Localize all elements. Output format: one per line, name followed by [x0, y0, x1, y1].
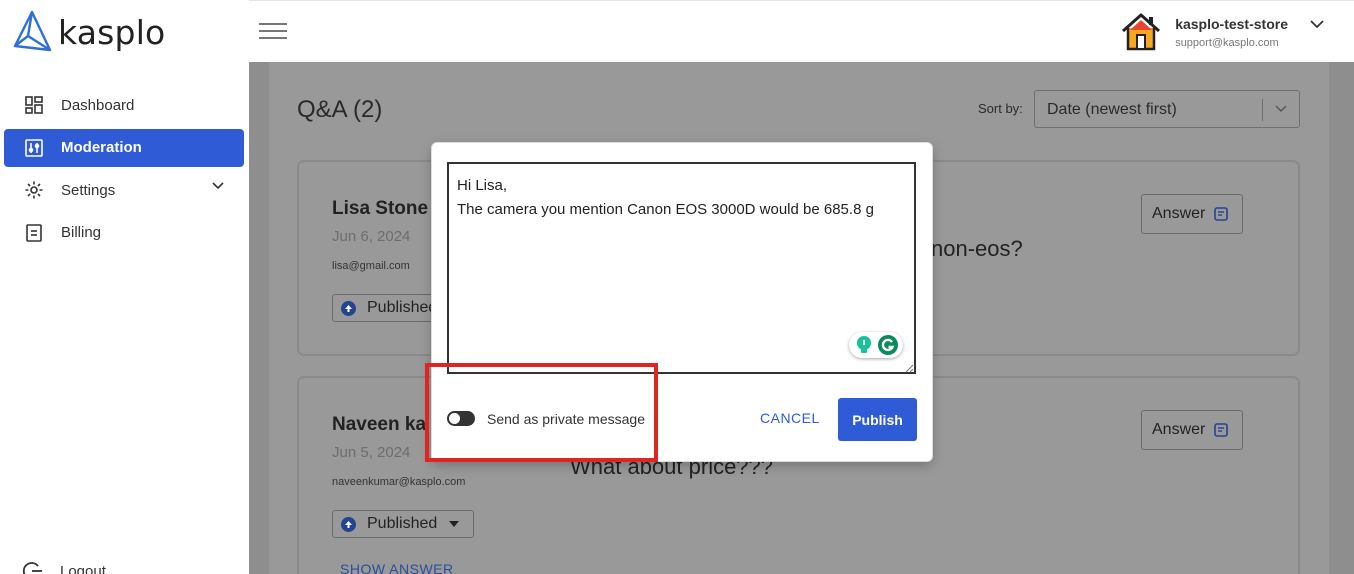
caret-down-icon: [449, 521, 460, 527]
customer-email: lisa@gmail.com: [332, 260, 410, 272]
invoice-icon: [24, 223, 44, 243]
sidebar: kasplo Dashboard Moderation Settings Bil…: [0, 0, 249, 574]
store-house-icon: [1122, 13, 1161, 51]
status-label: Published: [367, 299, 438, 316]
answer-label: Answer: [1152, 205, 1206, 222]
sort-select-value: Date (newest first): [1047, 101, 1177, 118]
hamburger-line: [259, 23, 287, 25]
logout-label: Logout: [60, 562, 106, 574]
answer-label: Answer: [1152, 421, 1206, 438]
store-profile-menu[interactable]: kasplo-test-store support@kasplo.com: [1119, 11, 1324, 53]
arrow-up-circle-icon: [341, 516, 356, 532]
question-text: non-eos?: [931, 236, 1023, 261]
publish-button[interactable]: Publish: [838, 398, 917, 441]
answer-button[interactable]: Answer: [1141, 410, 1243, 450]
annotation-highlight-box: [425, 363, 658, 462]
hamburger-line: [259, 30, 287, 32]
gear-icon: [24, 180, 44, 200]
show-answer-link[interactable]: SHOW ANSWER: [340, 561, 454, 574]
sidebar-item-label: Dashboard: [61, 96, 135, 114]
store-info: kasplo-test-store support@kasplo.com: [1175, 16, 1288, 49]
top-header: kasplo-test-store support@kasplo.com: [249, 0, 1354, 62]
logout-icon: [22, 562, 42, 574]
logout-button[interactable]: Logout: [22, 560, 106, 574]
status-dropdown[interactable]: Published: [332, 510, 475, 538]
lightbulb-icon: [856, 336, 871, 353]
question-date: Jun 5, 2024: [332, 444, 411, 461]
sidebar-item-dashboard[interactable]: Dashboard: [4, 86, 244, 124]
status-label: Published: [367, 515, 438, 532]
grammarly-icon: [877, 335, 898, 355]
app-root: kasplo Dashboard Moderation Settings Bil…: [0, 0, 1354, 574]
sidebar-item-moderation[interactable]: Moderation: [4, 128, 244, 167]
note-icon: [1214, 207, 1229, 221]
customer-name: Lisa Stone: [332, 198, 429, 219]
answer-button[interactable]: Answer: [1141, 194, 1243, 234]
sidebar-item-billing[interactable]: Billing: [4, 214, 244, 252]
logo-text: kasplo: [58, 12, 166, 52]
cancel-button[interactable]: CANCEL: [760, 410, 820, 426]
sidebar-nav: Dashboard Moderation Settings Billing: [4, 86, 244, 256]
dashboard-icon: [24, 95, 44, 115]
chevron-down-icon: [1310, 19, 1324, 28]
menu-toggle-button[interactable]: [259, 23, 287, 43]
chevron-down-icon: [1275, 105, 1287, 112]
store-email: support@kasplo.com: [1175, 36, 1279, 49]
sort-label: Sort by:: [978, 101, 1023, 116]
sidebar-item-label: Billing: [61, 224, 102, 241]
customer-email: naveenkumar@kasplo.com: [332, 476, 466, 488]
reply-textarea[interactable]: [447, 162, 916, 374]
sidebar-item-settings[interactable]: Settings: [4, 171, 244, 209]
sidebar-item-label: Moderation: [61, 139, 142, 156]
logo[interactable]: kasplo: [10, 10, 165, 54]
kasplo-logo-icon: [13, 10, 52, 52]
resize-handle-icon[interactable]: [905, 364, 914, 373]
question-date: Jun 6, 2024: [332, 228, 411, 245]
hamburger-line: [259, 37, 287, 39]
sidebar-item-label: Settings: [61, 181, 116, 199]
chevron-down-icon: [212, 182, 224, 190]
sort-select[interactable]: Date (newest first): [1034, 90, 1300, 128]
arrow-up-circle-icon: [341, 300, 356, 316]
store-name: kasplo-test-store: [1175, 15, 1288, 32]
page-title: Q&A (2): [297, 96, 383, 123]
customer-name: Naveen ka: [332, 414, 427, 435]
select-divider: [1262, 99, 1263, 121]
sliders-icon: [24, 138, 44, 158]
note-icon: [1214, 423, 1229, 437]
grammarly-widget[interactable]: [849, 332, 903, 358]
